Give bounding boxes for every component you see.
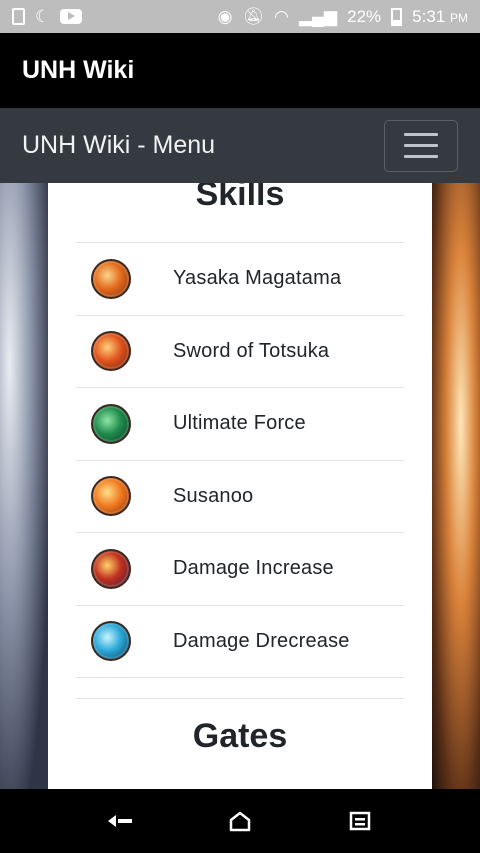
youtube-icon [60, 9, 83, 24]
home-icon [229, 811, 251, 832]
notifications-muted-icon: 🔕︎ [242, 7, 265, 26]
navbar: UNH Wiki - Menu [0, 108, 480, 183]
status-right-icons: ◉ 🔕︎ ◠ ▂▄▆ 22% 5:31 PM [218, 7, 468, 27]
app-title: UNH Wiki [22, 56, 135, 84]
damage-increase-icon [91, 548, 131, 589]
skill-item[interactable]: Yasaka Magatama [76, 243, 404, 316]
moon-icon: ☾ [35, 7, 51, 26]
content-area[interactable]: Skills Yasaka Magatama Sword of Totsuka Ul… [0, 183, 480, 789]
skill-label: Damage Increase [173, 557, 334, 580]
clock-suffix: PM [450, 10, 468, 25]
hamburger-icon-line [404, 133, 438, 136]
sword-of-totsuka-icon [91, 331, 131, 372]
divider [76, 698, 404, 699]
phone-notification-icon [12, 8, 25, 25]
damage-decrease-icon [91, 621, 131, 662]
skill-label: Damage Drecrease [173, 629, 350, 652]
app-header: UNH Wiki [0, 33, 480, 108]
ultimate-force-icon [91, 403, 131, 444]
status-left-icons: ☾ [12, 7, 83, 26]
susanoo-icon [91, 476, 131, 517]
skill-label: Susanoo [173, 484, 254, 507]
skill-item[interactable]: Damage Increase [76, 533, 404, 606]
home-button[interactable] [220, 801, 260, 841]
skill-list: Yasaka Magatama Sword of Totsuka Ultimate … [76, 242, 404, 678]
skill-label: Ultimate Force [173, 412, 306, 435]
gates-heading: Gates [192, 717, 288, 755]
hamburger-icon-line [404, 155, 438, 158]
battery-icon [391, 7, 403, 26]
menu-toggle-button[interactable] [384, 119, 458, 172]
recent-apps-icon [349, 811, 371, 831]
content-card: Skills Yasaka Magatama Sword of Totsuka Ul… [48, 183, 432, 789]
battery-percent: 22% [347, 6, 382, 26]
skill-label: Yasaka Magatama [173, 267, 342, 290]
system-navigation-bar [0, 789, 480, 853]
back-button[interactable] [100, 801, 140, 841]
skill-item[interactable]: Susanoo [76, 461, 404, 533]
skill-item[interactable]: Ultimate Force [76, 388, 404, 461]
skills-heading: Skills [195, 183, 285, 213]
skill-item[interactable]: Damage Drecrease [76, 606, 404, 678]
wifi-icon: ◠ [274, 7, 289, 26]
hamburger-icon-line [404, 144, 438, 147]
clock-time: 5:31 [412, 6, 446, 26]
yasaka-magatama-icon [91, 258, 131, 299]
skill-item[interactable]: Sword of Totsuka [76, 316, 404, 388]
skill-label: Sword of Totsuka [173, 339, 330, 362]
recents-button[interactable] [340, 801, 380, 841]
signal-icon: ▂▄▆ [298, 7, 338, 26]
back-arrow-icon [108, 815, 132, 827]
data-saver-icon: ◉ [217, 7, 233, 26]
clock: 5:31 PM [412, 7, 468, 27]
navbar-brand[interactable]: UNH Wiki - Menu [22, 131, 215, 160]
status-bar: ☾ ◉ 🔕︎ ◠ ▂▄▆ 22% 5:31 PM [0, 0, 480, 33]
